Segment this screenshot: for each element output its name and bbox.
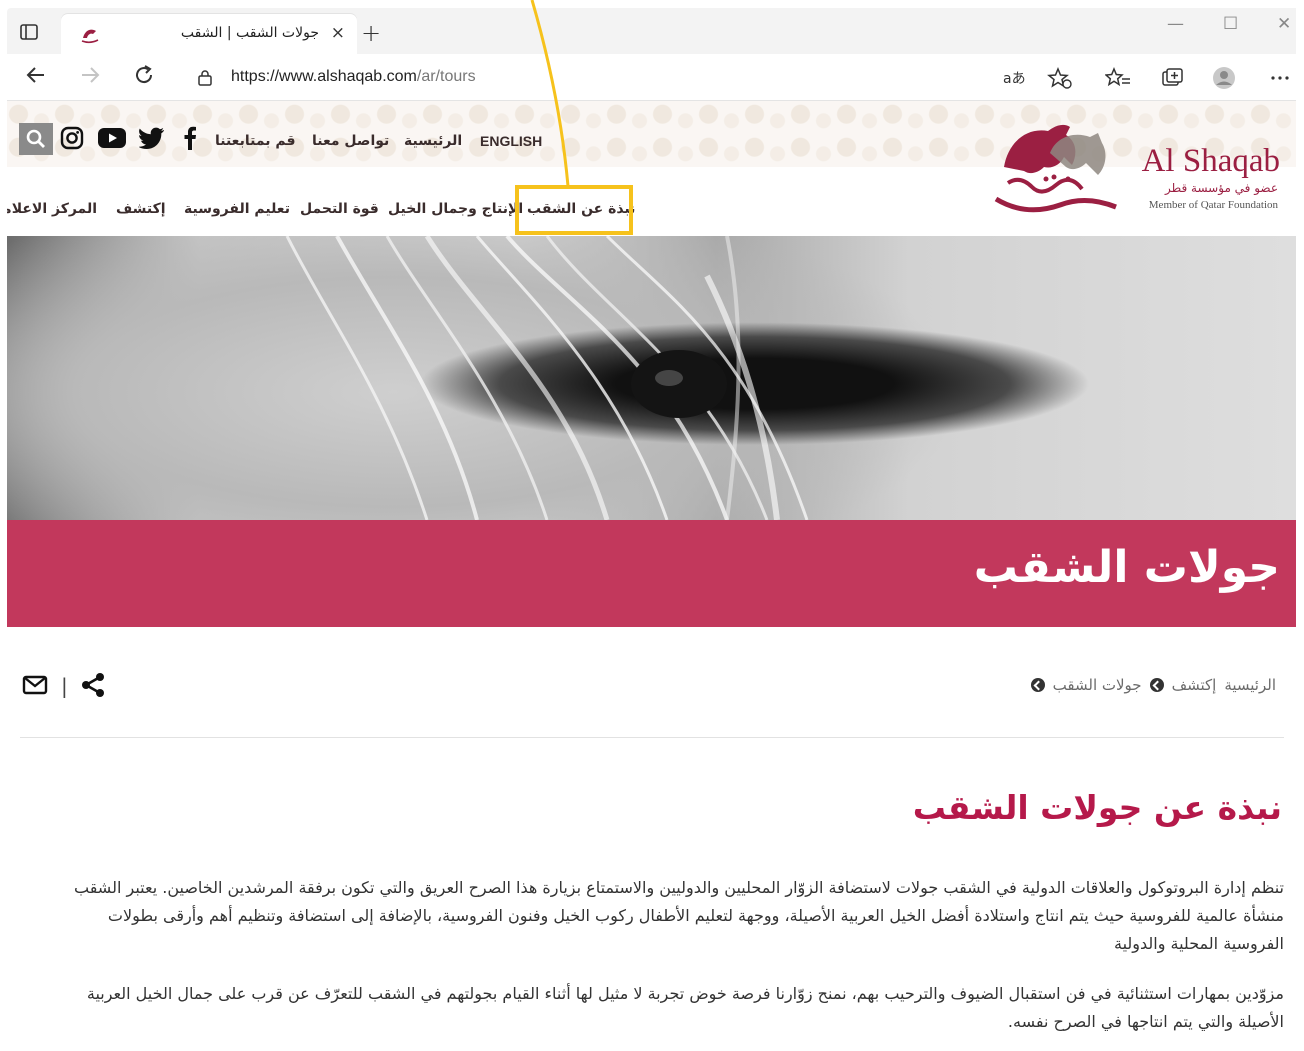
home-link[interactable]: الرئيسية: [404, 133, 462, 149]
logo-english-text: Al Shaqab: [1141, 143, 1280, 179]
breadcrumb: الرئيسية إكتشف جولات الشقب: [1030, 676, 1276, 694]
follow-us-label: قم بمتابعتنا: [215, 133, 296, 149]
read-aloud-icon[interactable]: aあ: [1001, 66, 1027, 90]
url-path: /ar/tours: [416, 68, 476, 85]
youtube-icon[interactable]: [97, 123, 127, 153]
logo-member-text: Member of Qatar Foundation: [1148, 199, 1278, 211]
breadcrumb-chevron-icon: [1030, 678, 1045, 692]
profile-avatar-icon[interactable]: [1211, 66, 1237, 90]
english-link[interactable]: ENGLISH: [480, 133, 542, 149]
site-logo[interactable]: Al Shaqab عضو في مؤسسة قطر Member of Qat…: [986, 113, 1286, 219]
horse-mane-illustration: [285, 236, 809, 520]
horse-logo-icon: [994, 124, 1117, 213]
nav-discover[interactable]: إكتشف: [116, 201, 166, 217]
address-bar[interactable]: https://www.alshaqab.com/ar/tours: [179, 61, 1096, 94]
favorites-icon[interactable]: [1105, 66, 1131, 90]
window-minimize-button[interactable]: —: [1167, 14, 1184, 34]
facebook-icon[interactable]: [175, 123, 205, 153]
nav-highlight-box: [515, 185, 633, 235]
browser-toolbar: https://www.alshaqab.com/ar/tours aあ: [7, 54, 1296, 101]
content-paragraph-1: تنظم إدارة البروتوكول والعلاقات الدولية …: [74, 878, 1284, 953]
site-search-button[interactable]: [19, 123, 53, 155]
site-header: Al Shaqab عضو في مؤسسة قطر Member of Qat…: [7, 101, 1296, 236]
page-title: جولات الشقب: [973, 542, 1280, 593]
twitter-icon[interactable]: [137, 123, 167, 153]
tools-separator: |: [61, 674, 68, 698]
email-icon[interactable]: [22, 674, 48, 696]
refresh-icon[interactable]: [133, 64, 155, 86]
browser-tab-active[interactable]: جولات الشقب | الشقب ×: [61, 14, 357, 54]
content-paragraph-2: مزوّدين بمهارات استثنائية في فن استقبال …: [86, 984, 1284, 1031]
breadcrumb-discover[interactable]: إكتشف: [1172, 676, 1217, 694]
breadcrumb-current: جولات الشقب: [1052, 676, 1142, 694]
contact-link[interactable]: تواصل معنا: [312, 133, 389, 149]
site-favicon-icon: [81, 29, 99, 44]
lock-icon[interactable]: [197, 69, 213, 86]
tab-close-icon[interactable]: ×: [331, 23, 345, 43]
hero-horse-image: [7, 236, 1296, 520]
content-divider: [20, 737, 1284, 738]
back-arrow-icon[interactable]: [25, 64, 47, 86]
more-options-icon[interactable]: [1267, 66, 1293, 90]
search-icon: [26, 129, 45, 148]
add-favorite-icon[interactable]: [1047, 66, 1073, 90]
nav-endurance[interactable]: قوة التحمل: [300, 201, 379, 217]
nav-breeding[interactable]: الإنتاج وجمال الخيل: [388, 201, 523, 217]
window-close-button[interactable]: ✕: [1277, 14, 1291, 34]
breadcrumb-chevron-icon: [1149, 678, 1164, 692]
tab-actions-icon[interactable]: [19, 22, 39, 42]
address-url[interactable]: https://www.alshaqab.com/ar/tours: [231, 68, 476, 86]
nav-media-center[interactable]: المركز الاعلامي: [7, 201, 97, 217]
logo-arabic-text: عضو في مؤسسة قطر: [1165, 181, 1278, 195]
new-tab-button[interactable]: +: [361, 19, 381, 47]
forward-arrow-icon[interactable]: [79, 64, 101, 86]
page-title-banner: جولات الشقب: [7, 520, 1296, 627]
section-title: نبذة عن جولات الشقب: [912, 788, 1282, 827]
share-icon[interactable]: [80, 672, 106, 698]
browser-window: جولات الشقب | الشقب × + — ☐ ✕ https://ww…: [7, 8, 1296, 101]
url-host: https://www.alshaqab.com: [231, 68, 417, 85]
nav-equestrian-education[interactable]: تعليم الفروسية: [184, 201, 290, 217]
breadcrumb-home[interactable]: الرئيسية: [1224, 676, 1276, 694]
window-maximize-button[interactable]: ☐: [1223, 14, 1238, 34]
browser-titlebar: جولات الشقب | الشقب × + — ☐ ✕: [7, 8, 1296, 54]
svg-text:aあ: aあ: [1003, 71, 1026, 87]
instagram-icon[interactable]: [57, 123, 87, 153]
collections-icon[interactable]: [1159, 66, 1185, 90]
tab-title: جولات الشقب | الشقب: [180, 25, 319, 41]
